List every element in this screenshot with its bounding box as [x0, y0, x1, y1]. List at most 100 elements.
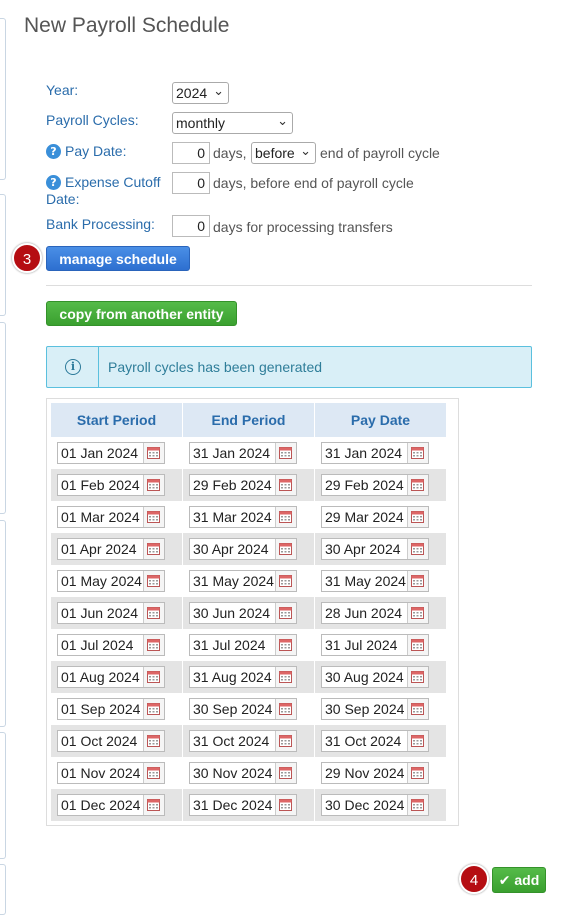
- start-period-date-input[interactable]: 01 Jun 2024: [57, 602, 165, 624]
- calendar-icon[interactable]: [143, 603, 164, 623]
- calendar-icon[interactable]: [143, 571, 164, 591]
- end-period-date-input[interactable]: 31 Aug 2024: [189, 666, 297, 688]
- calendar-icon[interactable]: [143, 635, 164, 655]
- calendar-icon[interactable]: [275, 763, 296, 783]
- table-row: 01 Aug 2024 31 Aug 2024 30 Aug 2024: [51, 661, 447, 693]
- calendar-icon[interactable]: [275, 539, 296, 559]
- pay-date-date-input[interactable]: 29 Mar 2024: [321, 506, 429, 528]
- end-period-date-input[interactable]: 31 May 2024: [189, 570, 297, 592]
- table-cell: 30 Sep 2024: [182, 693, 315, 725]
- calendar-icon[interactable]: [143, 507, 164, 527]
- calendar-icon[interactable]: [407, 795, 428, 815]
- pay-date-date-input[interactable]: 30 Apr 2024: [321, 538, 429, 560]
- calendar-icon[interactable]: [275, 667, 296, 687]
- table-cell: 31 Jul 2024: [182, 629, 315, 661]
- calendar-icon[interactable]: [143, 667, 164, 687]
- table-cell: 31 Aug 2024: [182, 661, 315, 693]
- start-period-date-input[interactable]: 01 Oct 2024: [57, 730, 165, 752]
- help-icon[interactable]: ?: [46, 175, 61, 190]
- copy-from-entity-button[interactable]: copy from another entity: [46, 301, 237, 326]
- add-button[interactable]: ✔ add: [492, 867, 546, 893]
- calendar-icon[interactable]: [275, 571, 296, 591]
- calendar-icon[interactable]: [275, 475, 296, 495]
- payroll-cycles-select[interactable]: monthly ⌄: [172, 112, 293, 134]
- start-period-value: 01 Jan 2024: [61, 445, 139, 461]
- pay-date-relation-select[interactable]: before ⌄: [251, 142, 316, 164]
- calendar-icon[interactable]: [407, 667, 428, 687]
- start-period-date-input[interactable]: 01 Feb 2024: [57, 474, 165, 496]
- end-period-date-input[interactable]: 30 Apr 2024: [189, 538, 297, 560]
- manage-schedule-button[interactable]: manage schedule: [46, 246, 190, 271]
- start-period-date-input[interactable]: 01 Nov 2024: [57, 762, 165, 784]
- pay-date-date-input[interactable]: 29 Nov 2024: [321, 762, 429, 784]
- pay-date-date-input[interactable]: 30 Sep 2024: [321, 698, 429, 720]
- start-period-date-input[interactable]: 01 Sep 2024: [57, 698, 165, 720]
- end-period-value: 31 Dec 2024: [193, 797, 273, 813]
- start-period-date-input[interactable]: 01 Dec 2024: [57, 794, 165, 816]
- start-period-value: 01 Jul 2024: [61, 637, 134, 653]
- end-period-date-input[interactable]: 29 Feb 2024: [189, 474, 297, 496]
- calendar-icon[interactable]: [143, 443, 164, 463]
- calendar-icon[interactable]: [275, 443, 296, 463]
- table-cell: 29 Nov 2024: [314, 757, 447, 789]
- pay-date-date-input[interactable]: 31 May 2024: [321, 570, 429, 592]
- calendar-icon[interactable]: [143, 763, 164, 783]
- start-period-date-input[interactable]: 01 Mar 2024: [57, 506, 165, 528]
- calendar-icon[interactable]: [275, 795, 296, 815]
- calendar-icon[interactable]: [143, 475, 164, 495]
- calendar-icon[interactable]: [407, 635, 428, 655]
- start-period-value: 01 Nov 2024: [61, 765, 141, 781]
- end-period-date-input[interactable]: 31 Mar 2024: [189, 506, 297, 528]
- table-cell: 01 Mar 2024: [51, 501, 183, 533]
- expense-cutoff-days-input[interactable]: 0: [172, 172, 210, 194]
- pay-date-date-input[interactable]: 28 Jun 2024: [321, 602, 429, 624]
- start-period-date-input[interactable]: 01 Apr 2024: [57, 538, 165, 560]
- end-period-date-input[interactable]: 31 Jul 2024: [189, 634, 297, 656]
- start-period-date-input[interactable]: 01 May 2024: [57, 570, 165, 592]
- end-period-date-input[interactable]: 31 Dec 2024: [189, 794, 297, 816]
- calendar-icon[interactable]: [407, 763, 428, 783]
- calendar-icon[interactable]: [407, 731, 428, 751]
- table-row: 01 Jul 2024 31 Jul 2024 31 Jul 2024: [51, 629, 447, 661]
- pay-date-date-input[interactable]: 30 Dec 2024: [321, 794, 429, 816]
- start-period-date-input[interactable]: 01 Jul 2024: [57, 634, 165, 656]
- pay-date-date-input[interactable]: 31 Jul 2024: [321, 634, 429, 656]
- table-cell: 01 May 2024: [51, 565, 183, 597]
- end-period-date-input[interactable]: 31 Jan 2024: [189, 442, 297, 464]
- calendar-icon[interactable]: [143, 731, 164, 751]
- expense-cutoff-suffix: days, before end of payroll cycle: [213, 175, 414, 191]
- calendar-icon[interactable]: [275, 699, 296, 719]
- calendar-icon[interactable]: [143, 539, 164, 559]
- pay-date-label: Pay Date:: [65, 143, 127, 159]
- calendar-icon[interactable]: [407, 475, 428, 495]
- pay-date-date-input[interactable]: 31 Oct 2024: [321, 730, 429, 752]
- table-cell: 30 Apr 2024: [182, 533, 315, 565]
- pay-date-days-input[interactable]: 0: [172, 142, 210, 164]
- end-period-date-input[interactable]: 30 Nov 2024: [189, 762, 297, 784]
- calendar-icon[interactable]: [407, 699, 428, 719]
- help-icon[interactable]: ?: [46, 144, 61, 159]
- pay-date-date-input[interactable]: 29 Feb 2024: [321, 474, 429, 496]
- bank-processing-days-input[interactable]: 0: [172, 215, 210, 237]
- calendar-icon[interactable]: [275, 635, 296, 655]
- calendar-icon[interactable]: [407, 507, 428, 527]
- end-period-date-input[interactable]: 30 Sep 2024: [189, 698, 297, 720]
- table-cell: 01 Jul 2024: [51, 629, 183, 661]
- end-period-date-input[interactable]: 31 Oct 2024: [189, 730, 297, 752]
- calendar-icon[interactable]: [407, 571, 428, 591]
- calendar-icon[interactable]: [407, 603, 428, 623]
- calendar-icon[interactable]: [407, 539, 428, 559]
- pay-date-date-input[interactable]: 30 Aug 2024: [321, 666, 429, 688]
- start-period-value: 01 Apr 2024: [61, 541, 137, 557]
- calendar-icon[interactable]: [275, 507, 296, 527]
- calendar-icon[interactable]: [143, 699, 164, 719]
- pay-date-date-input[interactable]: 31 Jan 2024: [321, 442, 429, 464]
- calendar-icon[interactable]: [143, 795, 164, 815]
- calendar-icon[interactable]: [275, 731, 296, 751]
- start-period-date-input[interactable]: 01 Aug 2024: [57, 666, 165, 688]
- start-period-date-input[interactable]: 01 Jan 2024: [57, 442, 165, 464]
- end-period-date-input[interactable]: 30 Jun 2024: [189, 602, 297, 624]
- calendar-icon[interactable]: [407, 443, 428, 463]
- calendar-icon[interactable]: [275, 603, 296, 623]
- year-select[interactable]: 2024 ⌄: [172, 82, 229, 104]
